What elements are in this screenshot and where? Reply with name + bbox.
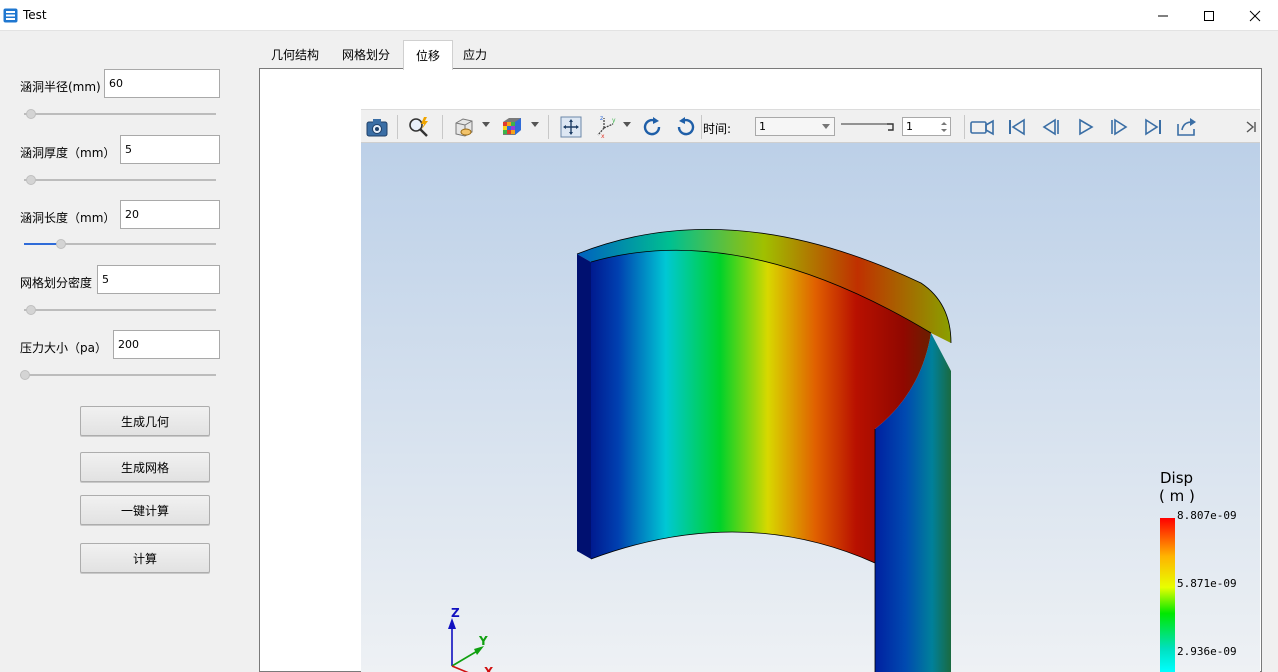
minimize-icon bbox=[1158, 15, 1168, 16]
next-frame-icon[interactable] bbox=[1106, 114, 1132, 140]
pressure-slider[interactable] bbox=[20, 370, 216, 380]
maximize-button[interactable] bbox=[1186, 0, 1232, 31]
time-slider[interactable] bbox=[839, 118, 899, 134]
legend-unit: ( m ) bbox=[1159, 487, 1195, 505]
first-frame-icon[interactable] bbox=[1004, 114, 1030, 140]
viewer-toolbar: z y x 时间: 1 1 bbox=[361, 109, 1260, 143]
pressure-input[interactable] bbox=[113, 330, 220, 359]
time-label: 时间: bbox=[703, 122, 732, 136]
slider-handle[interactable] bbox=[20, 370, 30, 380]
prev-frame-icon[interactable] bbox=[1038, 114, 1064, 140]
chevron-down-icon[interactable] bbox=[482, 122, 490, 127]
play-icon[interactable] bbox=[1072, 114, 1098, 140]
step-value: 1 bbox=[906, 120, 913, 133]
rotate-cw-icon[interactable] bbox=[639, 114, 665, 140]
overflow-icon[interactable] bbox=[1245, 120, 1257, 134]
time-select[interactable]: 1 bbox=[755, 117, 835, 136]
result-viewer: z y x 时间: 1 1 Z Y X Disp (m) 8.807e-09… bbox=[361, 109, 1260, 672]
chevron-down-icon[interactable] bbox=[623, 122, 631, 127]
axis-x-label: X bbox=[484, 665, 494, 672]
axes-icon[interactable]: z y x bbox=[593, 114, 619, 140]
svg-text:z: z bbox=[600, 115, 603, 122]
mesh-density-slider[interactable] bbox=[24, 305, 216, 315]
slider-handle[interactable] bbox=[56, 239, 66, 249]
radius-label: 涵洞半径(mm) bbox=[20, 80, 101, 94]
legend-colorbar bbox=[1160, 518, 1175, 672]
last-frame-icon[interactable] bbox=[1140, 114, 1166, 140]
chevron-down-icon[interactable] bbox=[531, 122, 539, 127]
window-title: Test bbox=[23, 8, 47, 22]
rotate-ccw-icon[interactable] bbox=[673, 114, 699, 140]
axes-triad: Z Y X bbox=[448, 606, 494, 672]
generate-mesh-button[interactable]: 生成网格 bbox=[80, 452, 210, 482]
pressure-label: 压力大小（pa） bbox=[20, 341, 107, 355]
thickness-input[interactable] bbox=[120, 135, 220, 164]
svg-text:y: y bbox=[612, 117, 616, 124]
displacement-model: Z Y X bbox=[448, 228, 1175, 672]
thickness-label: 涵洞厚度（mm） bbox=[20, 146, 116, 160]
slider-handle[interactable] bbox=[26, 175, 36, 185]
one-click-compute-button[interactable]: 一键计算 bbox=[80, 495, 210, 525]
close-icon bbox=[1249, 10, 1261, 21]
time-select-value: 1 bbox=[759, 120, 766, 133]
axis-z-label: Z bbox=[451, 606, 460, 620]
mesh-density-label: 网格划分密度 bbox=[20, 276, 93, 290]
axis-y-label: Y bbox=[478, 634, 488, 648]
tab-geometry[interactable]: 几何结构 bbox=[259, 40, 331, 69]
maximize-icon bbox=[1204, 10, 1214, 21]
svg-text:x: x bbox=[601, 133, 605, 140]
radius-input[interactable] bbox=[104, 69, 220, 98]
fit-view-icon[interactable] bbox=[558, 114, 584, 140]
minimize-button[interactable] bbox=[1140, 0, 1186, 31]
legend-title: Disp bbox=[1160, 469, 1194, 487]
mesh-density-input[interactable] bbox=[97, 265, 220, 294]
tab-mesh[interactable]: 网格划分 bbox=[330, 40, 402, 69]
title-bar: Test bbox=[0, 0, 1278, 31]
radius-slider[interactable] bbox=[24, 109, 216, 119]
generate-geometry-button[interactable]: 生成几何 bbox=[80, 406, 210, 436]
slider-handle[interactable] bbox=[26, 305, 36, 315]
zoom-icon[interactable] bbox=[406, 114, 432, 140]
render-canvas[interactable]: Z Y X Disp ( m ) 8.807e-09 5.871e-09 2.9… bbox=[361, 143, 1260, 672]
color-map-icon[interactable] bbox=[499, 114, 525, 140]
record-icon[interactable] bbox=[969, 114, 995, 140]
app-icon bbox=[3, 8, 18, 23]
export-icon[interactable] bbox=[1174, 114, 1200, 140]
length-label: 涵洞长度（mm） bbox=[20, 211, 116, 225]
camera-icon[interactable] bbox=[364, 114, 390, 140]
chevron-down-icon bbox=[822, 124, 830, 129]
legend-tick-low: 2.936e-09 bbox=[1177, 645, 1237, 658]
tab-stress[interactable]: 应力 bbox=[451, 40, 499, 69]
length-slider[interactable] bbox=[24, 239, 216, 249]
slider-handle[interactable] bbox=[26, 109, 36, 119]
tab-displacement[interactable]: 位移 bbox=[403, 40, 454, 70]
close-button[interactable] bbox=[1232, 0, 1278, 31]
legend-tick-mid: 5.871e-09 bbox=[1177, 577, 1237, 590]
spin-arrows-icon[interactable] bbox=[941, 121, 947, 133]
compute-button[interactable]: 计算 bbox=[80, 543, 210, 573]
thickness-slider[interactable] bbox=[24, 175, 216, 185]
step-spinbox[interactable]: 1 bbox=[902, 117, 951, 136]
length-input[interactable] bbox=[120, 200, 220, 229]
display-mode-icon[interactable] bbox=[451, 114, 477, 140]
legend-tick-max: 8.807e-09 bbox=[1177, 509, 1237, 522]
